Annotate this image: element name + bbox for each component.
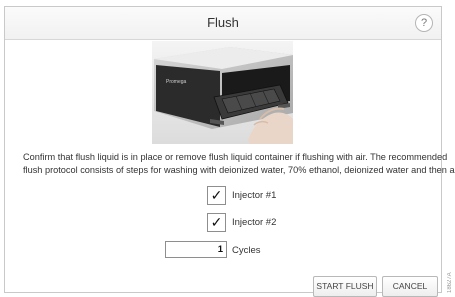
flush-instructions: Confirm that flush liquid is in place or… bbox=[23, 151, 455, 177]
dialog-titlebar: Flush ? bbox=[5, 7, 441, 40]
luminometer-illustration: Promega bbox=[152, 41, 293, 144]
injector-2-checkbox[interactable]: ✓ bbox=[207, 213, 226, 232]
figure-code: 18627A bbox=[447, 272, 453, 293]
cancel-button[interactable]: CANCEL bbox=[382, 276, 438, 297]
instrument-photo: Promega bbox=[152, 41, 293, 144]
instructions-line-2: flush protocol consists of steps for was… bbox=[23, 165, 455, 175]
injector-1-checkbox[interactable]: ✓ bbox=[207, 186, 226, 205]
cycles-input[interactable] bbox=[165, 241, 227, 258]
start-flush-button[interactable]: START FLUSH bbox=[313, 276, 377, 297]
injector-2-label: Injector #2 bbox=[232, 217, 277, 228]
instructions-line-1: Confirm that flush liquid is in place or… bbox=[23, 152, 448, 162]
injector-1-label: Injector #1 bbox=[232, 190, 277, 201]
dialog-title: Flush bbox=[207, 15, 239, 30]
cycles-label: Cycles bbox=[232, 245, 261, 256]
help-button[interactable]: ? bbox=[415, 14, 433, 32]
brand-text: Promega bbox=[166, 79, 187, 85]
